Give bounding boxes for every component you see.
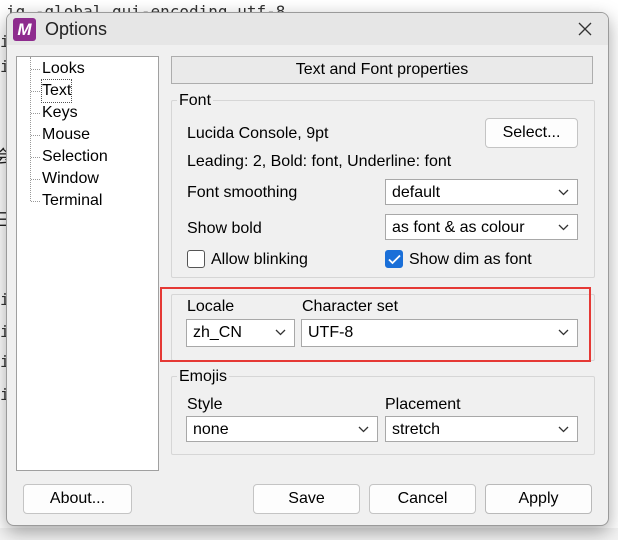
tree-connector	[31, 201, 40, 202]
font-group-title: Font	[177, 92, 214, 110]
tree-item-text[interactable]: Text	[40, 79, 73, 103]
emojis-group-title: Emojis	[177, 368, 230, 386]
apply-button[interactable]: Apply	[485, 484, 592, 514]
chevron-down-icon	[558, 224, 569, 231]
show-bold-select[interactable]: as font & as colour	[385, 214, 578, 240]
font-smoothing-label: Font smoothing	[187, 184, 298, 201]
close-icon	[578, 22, 592, 36]
chevron-down-icon	[358, 426, 369, 433]
save-button[interactable]: Save	[253, 484, 360, 514]
chevron-down-icon	[558, 426, 569, 433]
tree-connector	[31, 179, 40, 180]
emoji-placement-value: stretch	[392, 421, 441, 438]
font-smoothing-value: default	[392, 184, 441, 201]
emoji-style-label: Style	[187, 396, 223, 413]
emoji-placement-select[interactable]: stretch	[385, 416, 578, 442]
tree-connector	[31, 69, 40, 70]
allow-blinking-label[interactable]: Allow blinking	[211, 251, 308, 269]
tree-item-looks[interactable]: Looks	[42, 58, 85, 80]
background-strip	[0, 528, 618, 540]
show-dim-label[interactable]: Show dim as font	[409, 251, 532, 269]
show-bold-value: as font & as colour	[392, 219, 525, 236]
tree-connector	[31, 135, 40, 136]
tree-connector	[31, 157, 40, 158]
cancel-button[interactable]: Cancel	[369, 484, 476, 514]
checkmark-icon	[388, 254, 401, 265]
category-tree[interactable]: Looks Text Keys Mouse Selection Window T…	[16, 56, 159, 471]
about-button[interactable]: About...	[23, 484, 132, 514]
chevron-down-icon	[558, 189, 569, 196]
highlight-annotation	[160, 287, 591, 362]
tree-connector	[31, 91, 40, 92]
tree-item-terminal[interactable]: Terminal	[42, 190, 102, 212]
tree-item-selection[interactable]: Selection	[42, 146, 108, 168]
tree-item-keys[interactable]: Keys	[42, 102, 78, 124]
emoji-placement-label: Placement	[385, 396, 461, 413]
select-font-button[interactable]: Select...	[485, 118, 578, 148]
font-smoothing-select[interactable]: default	[385, 179, 578, 205]
close-button[interactable]	[562, 13, 608, 45]
allow-blinking-checkbox[interactable]	[187, 250, 205, 268]
options-dialog: M Options Looks Text Keys Mouse Selectio…	[6, 12, 609, 526]
panel-header: Text and Font properties	[171, 56, 593, 84]
tree-item-window[interactable]: Window	[42, 168, 99, 190]
tree-connector	[31, 113, 40, 114]
emoji-style-value: none	[193, 421, 229, 438]
font-details: Leading: 2, Bold: font, Underline: font	[187, 153, 452, 170]
tree-item-mouse[interactable]: Mouse	[42, 124, 90, 146]
font-name: Lucida Console, 9pt	[187, 125, 329, 142]
app-icon: M	[13, 18, 36, 41]
window-title: Options	[45, 19, 108, 39]
title-bar[interactable]: M Options	[7, 13, 608, 45]
show-bold-label: Show bold	[187, 220, 262, 237]
show-dim-checkbox[interactable]	[385, 250, 403, 268]
emoji-style-select[interactable]: none	[186, 416, 378, 442]
